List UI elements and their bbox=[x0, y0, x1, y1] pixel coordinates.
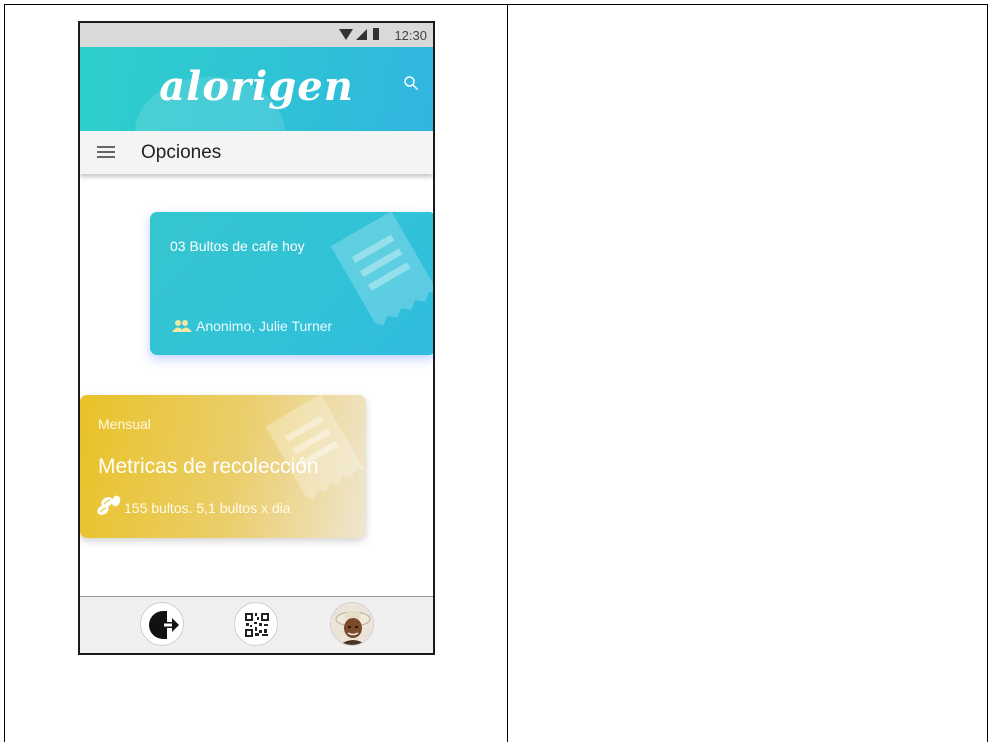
phone-screen: 12:30 alorigen Opciones 03 Bultos de caf… bbox=[78, 21, 435, 655]
app-header: alorigen bbox=[80, 47, 433, 131]
people-icon bbox=[172, 320, 192, 332]
receipt-icon bbox=[265, 395, 365, 500]
profile-avatar bbox=[331, 603, 373, 645]
status-time: 12:30 bbox=[394, 28, 427, 43]
logout-button[interactable] bbox=[140, 602, 184, 646]
logout-icon bbox=[149, 611, 179, 639]
receipt-icon bbox=[330, 212, 433, 326]
monthly-card-period: Mensual bbox=[98, 416, 151, 432]
monthly-card-stats-text: 155 bultos. 5,1 bultos x dia bbox=[124, 500, 291, 516]
wifi-icon bbox=[339, 29, 353, 40]
qr-code-icon bbox=[245, 613, 269, 637]
signal-icon bbox=[356, 29, 367, 40]
app-logo: alorigen bbox=[159, 63, 354, 110]
profile-button[interactable] bbox=[330, 602, 374, 646]
qr-code-button[interactable] bbox=[234, 602, 278, 646]
daily-card-people: Anonimo, Julie Turner bbox=[172, 318, 332, 334]
monthly-card-stats: 155 bultos. 5,1 bultos x dia bbox=[96, 495, 291, 517]
status-bar: 12:30 bbox=[80, 23, 433, 47]
bottom-navigation bbox=[80, 596, 433, 653]
options-title[interactable]: Opciones bbox=[141, 142, 221, 164]
search-icon[interactable] bbox=[403, 75, 419, 91]
daily-summary-card[interactable]: 03 Bultos de cafe hoy Anonimo, Julie Tur… bbox=[150, 212, 433, 355]
hamburger-menu-icon[interactable] bbox=[97, 146, 115, 158]
column-divider bbox=[507, 4, 508, 742]
coffee-beans-icon bbox=[97, 495, 121, 515]
daily-card-title: 03 Bultos de cafe hoy bbox=[170, 238, 305, 254]
battery-icon bbox=[373, 28, 379, 40]
monthly-metrics-card[interactable]: Mensual Metricas de recolección 155 bult… bbox=[80, 395, 366, 538]
monthly-card-heading: Metricas de recolección bbox=[98, 455, 319, 478]
options-bar: Opciones bbox=[80, 131, 433, 174]
daily-card-people-text: Anonimo, Julie Turner bbox=[196, 318, 333, 334]
